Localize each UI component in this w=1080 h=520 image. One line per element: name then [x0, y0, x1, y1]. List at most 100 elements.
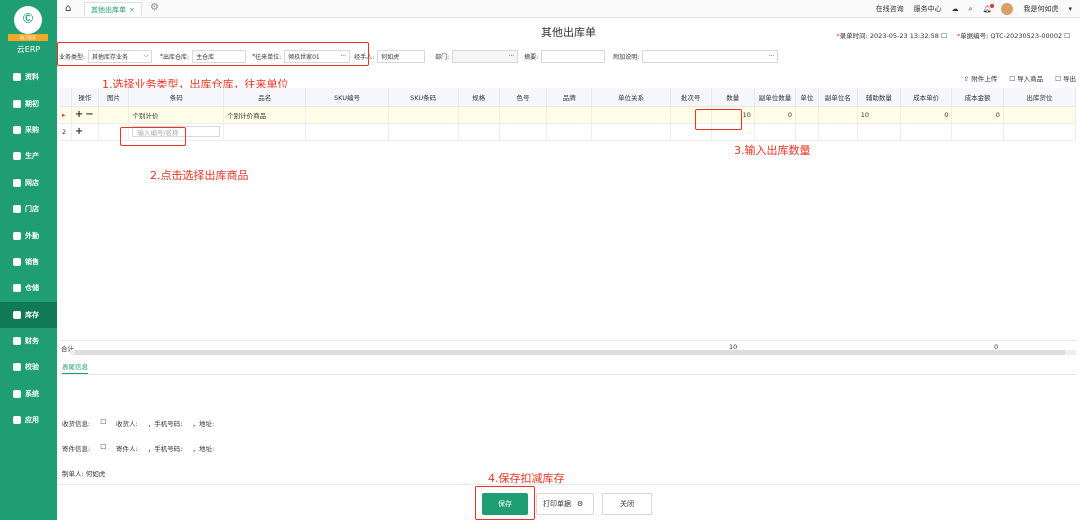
- top-bar: ⌂ 其他出库单 × ⚙ 在线咨询 服务中心 ☁ ⌕ 🔔︎ 我是何如虎 ▾: [57, 0, 1080, 18]
- horizontal-scrollbar[interactable]: [70, 350, 1076, 355]
- table-row[interactable]: 2 + 输入编号/名称: [59, 123, 1077, 141]
- sidebar-item-apps[interactable]: 应用: [0, 407, 57, 433]
- export-button[interactable]: ☐ 导出: [1055, 73, 1076, 83]
- gear-icon[interactable]: ⚙: [150, 2, 159, 13]
- warehouse-icon: [13, 284, 21, 293]
- col-unit-cost: 成本单价: [900, 88, 953, 107]
- phone-text: ，手机号码:: [147, 445, 183, 453]
- finance-icon: [13, 337, 21, 346]
- col-batch: 批次号: [670, 88, 712, 107]
- sidebar-item-label: 仓储: [25, 284, 39, 293]
- avatar[interactable]: [1001, 3, 1014, 15]
- sidebar-item-label: 期初: [25, 99, 39, 108]
- sidebar-nav: 资料 期初 采购 生产 网店 门店 外勤 销售 仓储 库存 财务 校验 系统 应…: [0, 64, 57, 433]
- user-menu[interactable]: 我是何如虎: [1023, 4, 1058, 14]
- tab-label: 其他出库单: [91, 5, 126, 14]
- sidebar-item-sales[interactable]: 销售: [0, 249, 57, 275]
- grid-header-row: 操作 图片 条码 品名 SKU编号 SKU条码 规格 色号 品牌 单位关系 批次…: [59, 88, 1077, 107]
- print-button[interactable]: 打印单据 ⚙: [536, 493, 594, 515]
- summary-label: 摘要:: [524, 53, 539, 61]
- cart-icon: [13, 125, 21, 134]
- sidebar-item-label: 销售: [25, 257, 39, 266]
- remove-row-button[interactable]: −: [85, 109, 93, 120]
- search-icon[interactable]: ⌕: [969, 5, 973, 14]
- cell-aux-qty: 10: [857, 106, 901, 124]
- sidebar-item-field[interactable]: 外勤: [0, 222, 57, 248]
- sidebar-item-data[interactable]: 资料: [0, 64, 57, 90]
- col-spec: 规格: [458, 88, 500, 107]
- sidebar-item-store[interactable]: 门店: [0, 196, 57, 222]
- col-image: 图片: [98, 88, 130, 107]
- sidebar-item-label: 应用: [25, 416, 39, 425]
- chevron-down-icon[interactable]: ▾: [1068, 5, 1072, 13]
- add-row-button[interactable]: +: [75, 126, 83, 137]
- send-info: 寄件信息: ☐ 寄件人: ，手机号码: ，地址:: [62, 443, 214, 453]
- cell-name: 个别计价商品: [223, 106, 307, 124]
- more-icon: ···: [508, 52, 515, 60]
- record-time: *录单时间: 2023-05-23 13:32:58 ☐: [836, 32, 947, 40]
- factory-icon: [13, 152, 21, 161]
- sidebar-item-system[interactable]: 系统: [0, 381, 57, 407]
- bell-icon[interactable]: 🔔︎: [983, 4, 995, 13]
- sidebar-item-label: 外勤: [25, 231, 39, 240]
- extra-field[interactable]: ···: [642, 49, 779, 63]
- dept-field[interactable]: ···: [452, 49, 519, 63]
- highlight-box-qty: [695, 109, 742, 130]
- divider: [59, 374, 1076, 375]
- sidebar: Ⓒ 精卫管家 云ERP 资料 期初 采购 生产 网店 门店 外勤 销售 仓储 库…: [0, 0, 57, 520]
- import-goods-button[interactable]: ☐ 导入商品: [1009, 73, 1043, 83]
- table-row[interactable]: ▸ + − 个别计价 个别计价商品 10 0 10 0 0: [59, 106, 1077, 124]
- attach-upload-button[interactable]: ⇧ 附件上传: [964, 73, 998, 83]
- col-unit: 单位: [795, 88, 819, 107]
- sidebar-item-label: 生产: [25, 152, 39, 161]
- top-right-menu: 在线咨询 服务中心 ☁ ⌕ 🔔︎ 我是何如虎 ▾: [876, 3, 1072, 15]
- address-text: ，地址:: [192, 420, 215, 428]
- cloud-icon[interactable]: ☁: [952, 5, 959, 13]
- cell-unit-cost: 0: [900, 106, 953, 124]
- online-consult-link[interactable]: 在线咨询: [876, 4, 904, 14]
- sidebar-item-inventory[interactable]: 库存: [0, 301, 57, 328]
- sidebar-item-opening[interactable]: 期初: [0, 90, 57, 116]
- tab-other-outbound[interactable]: 其他出库单 ×: [84, 2, 142, 16]
- sidebar-item-storage[interactable]: 仓储: [0, 275, 57, 301]
- sidebar-item-purchase[interactable]: 采购: [0, 117, 57, 143]
- shop-icon: [13, 178, 21, 187]
- cell-sub-qty[interactable]: 0: [754, 106, 797, 124]
- sidebar-item-check[interactable]: 校验: [0, 354, 57, 380]
- highlight-box-save: [475, 486, 535, 520]
- add-row-button[interactable]: +: [75, 109, 83, 120]
- annotation-step3: 3.输入出库数量: [734, 144, 811, 157]
- col-code[interactable]: 条码: [128, 88, 225, 107]
- col-sku-no: SKU编号: [305, 88, 389, 107]
- sidebar-item-production[interactable]: 生产: [0, 143, 57, 169]
- sidebar-item-finance[interactable]: 财务: [0, 328, 57, 354]
- cell-code[interactable]: 个别计价: [128, 106, 225, 124]
- col-color: 色号: [499, 88, 548, 107]
- gear-icon[interactable]: ⚙: [577, 500, 583, 508]
- receive-info: 收货信息: ☐ 收货人: ，手机号码: ，地址:: [62, 418, 214, 428]
- row-actions: +: [71, 123, 99, 141]
- edit-icon[interactable]: ☐: [100, 418, 106, 428]
- service-center-link[interactable]: 服务中心: [914, 4, 942, 14]
- folder-icon: [13, 73, 21, 82]
- cell-location[interactable]: [1003, 106, 1077, 124]
- scrollbar-thumb[interactable]: [75, 350, 1065, 355]
- edit-icon[interactable]: ☐: [100, 443, 106, 453]
- system-icon: [13, 389, 21, 398]
- summary-field[interactable]: [541, 49, 606, 63]
- handler-field[interactable]: 何如虎: [377, 49, 426, 63]
- doc-meta: *录单时间: 2023-05-23 13:32:58 ☐ *单据编号: QTC-…: [836, 30, 1070, 40]
- tab-footer-info[interactable]: 表尾信息: [62, 361, 88, 374]
- receiver-text: 收货人:: [116, 420, 138, 428]
- sidebar-item-label: 资料: [25, 73, 39, 82]
- close-button[interactable]: 关闭: [602, 493, 652, 515]
- sidebar-item-label: 财务: [25, 337, 39, 346]
- home-icon[interactable]: ⌂: [65, 3, 71, 14]
- col-aux-qty: 辅助数量: [857, 88, 901, 107]
- edit-icon: ☐: [941, 32, 947, 40]
- sidebar-item-eshop[interactable]: 网店: [0, 170, 57, 196]
- cell-amount: 0: [951, 106, 1004, 124]
- col-sku-barcode: SKU条码: [388, 88, 459, 107]
- close-icon[interactable]: ×: [129, 6, 135, 14]
- phone-text: ，手机号码:: [147, 420, 183, 428]
